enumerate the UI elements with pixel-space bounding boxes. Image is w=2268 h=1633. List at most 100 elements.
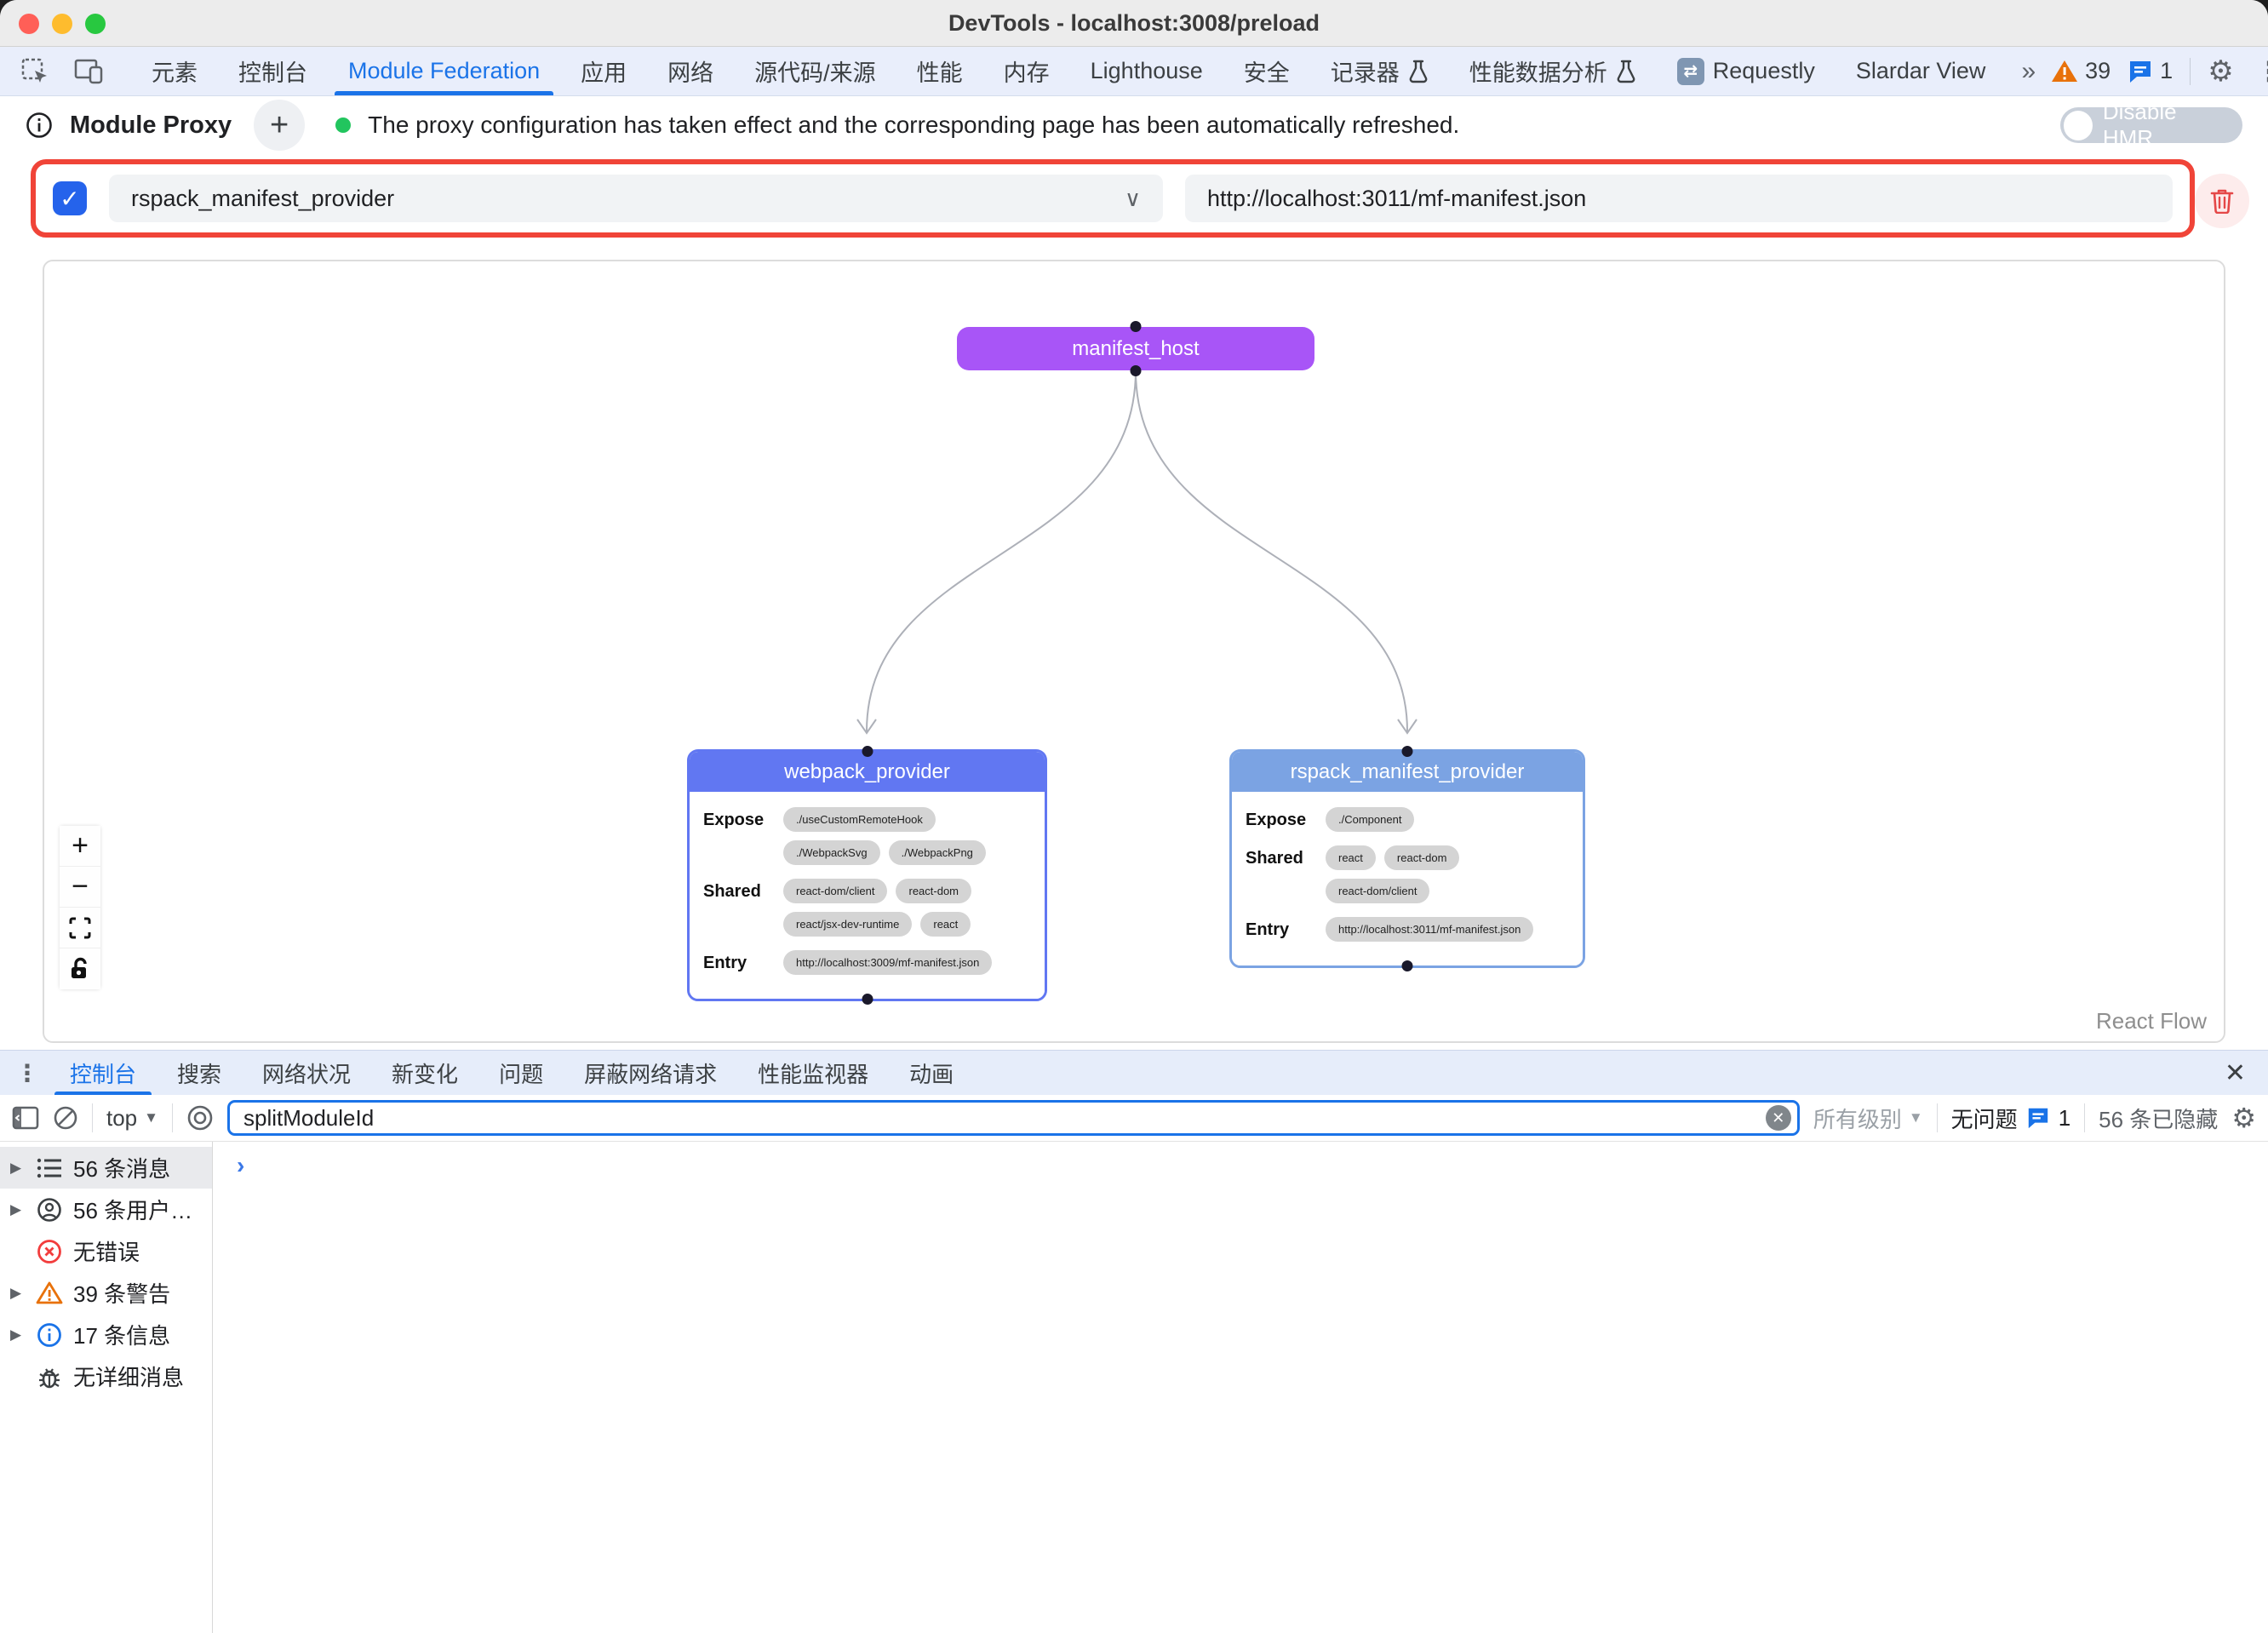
- requestly-icon: ⇄: [1677, 58, 1704, 85]
- tab-performance-insights[interactable]: 性能数据分析: [1449, 47, 1657, 95]
- experiment-flask-icon: [1616, 60, 1636, 83]
- drawer-tab-search[interactable]: 搜索: [157, 1051, 242, 1095]
- entry-pill: http://localhost:3011/mf-manifest.json: [1326, 917, 1533, 942]
- messages-badge[interactable]: 1: [2128, 58, 2173, 84]
- close-drawer-icon[interactable]: ✕: [2208, 1051, 2263, 1095]
- shared-pill: react-dom/client: [783, 879, 887, 903]
- graph-edges: [44, 261, 2224, 1041]
- more-tabs-button[interactable]: »: [2006, 47, 2051, 95]
- tab-network[interactable]: 网络: [647, 47, 734, 95]
- rule-enabled-checkbox[interactable]: ✓: [53, 181, 87, 215]
- drawer-tab-network-conditions[interactable]: 网络状况: [242, 1051, 371, 1095]
- expand-arrow-icon[interactable]: ▶: [10, 1160, 26, 1177]
- shared-pill: react/jsx-dev-runtime: [783, 912, 912, 937]
- devtools-window: DevTools - localhost:3008/preload 元素 控制台…: [0, 0, 2268, 1633]
- delete-rule-button[interactable]: [2195, 174, 2249, 228]
- console-body: ▶ 56 条消息 ▶ 56 条用户… 无错误 ▶ 39 条警告 ▶: [0, 1142, 2268, 1633]
- graph-node-rspack-manifest-provider[interactable]: rspack_manifest_provider Expose ./Compon…: [1229, 749, 1585, 968]
- window-title: DevTools - localhost:3008/preload: [0, 10, 2268, 37]
- javascript-context-select[interactable]: top ▼: [106, 1105, 158, 1132]
- drawer-tab-performance-monitor[interactable]: 性能监视器: [737, 1051, 889, 1095]
- tab-security[interactable]: 安全: [1223, 47, 1310, 95]
- zoom-out-button[interactable]: −: [60, 867, 100, 908]
- sidebar-item-warnings[interactable]: ▶ 39 条警告: [0, 1272, 212, 1314]
- caret-down-icon: ▼: [144, 1109, 158, 1126]
- expose-section: Expose ./useCustomRemoteHook ./WebpackSv…: [703, 807, 1031, 865]
- sidebar-item-info[interactable]: ▶ 17 条信息: [0, 1314, 212, 1355]
- warnings-badge[interactable]: 39: [2051, 58, 2110, 84]
- expose-pill: ./useCustomRemoteHook: [783, 807, 936, 832]
- drawer-tab-issues[interactable]: 问题: [478, 1051, 564, 1095]
- tab-application[interactable]: 应用: [560, 47, 647, 95]
- graph-node-manifest-host[interactable]: manifest_host: [957, 327, 1314, 370]
- expose-pill: ./Component: [1326, 807, 1414, 832]
- sidebar-item-all-messages[interactable]: ▶ 56 条消息: [0, 1147, 212, 1189]
- disable-hmr-toggle[interactable]: Disable HMR: [2060, 107, 2242, 143]
- tab-sources[interactable]: 源代码/来源: [734, 47, 896, 95]
- user-icon: [36, 1197, 63, 1223]
- manifest-url-input[interactable]: [1185, 175, 2173, 222]
- drawer-tab-animations[interactable]: 动画: [889, 1051, 974, 1095]
- tab-lighthouse[interactable]: Lighthouse: [1070, 47, 1223, 95]
- issues-counter[interactable]: 无问题 1: [1951, 1103, 2070, 1134]
- clear-filter-icon[interactable]: ✕: [1766, 1105, 1791, 1131]
- lock-interactivity-button[interactable]: [60, 948, 100, 989]
- tabbar-right-cluster: 39 1 ⚙ ⋮: [2051, 47, 2268, 95]
- expose-pill: ./WebpackSvg: [783, 840, 880, 865]
- expose-pill: ./WebpackPng: [889, 840, 986, 865]
- expand-arrow-icon[interactable]: ▶: [10, 1201, 26, 1218]
- drawer-tab-changes[interactable]: 新变化: [371, 1051, 478, 1095]
- log-levels-select[interactable]: 所有级别 ▼: [1813, 1103, 1923, 1134]
- zoom-in-button[interactable]: +: [60, 826, 100, 867]
- live-expression-icon[interactable]: [186, 1104, 214, 1132]
- entry-pill: http://localhost:3009/mf-manifest.json: [783, 950, 992, 975]
- console-filter-input[interactable]: [227, 1100, 1800, 1136]
- expand-arrow-icon[interactable]: ▶: [10, 1285, 26, 1302]
- console-filter: ✕: [227, 1100, 1800, 1136]
- message-list-icon: [36, 1157, 63, 1179]
- tab-module-federation[interactable]: Module Federation: [328, 47, 560, 95]
- shared-pill: react-dom/client: [1326, 879, 1429, 903]
- clear-console-icon[interactable]: [53, 1105, 78, 1131]
- sidebar-item-errors[interactable]: 无错误: [0, 1230, 212, 1272]
- module-federation-graph-panel[interactable]: manifest_host webpack_provider Expose ./…: [43, 260, 2225, 1043]
- tab-recorder[interactable]: 记录器: [1310, 47, 1449, 95]
- inspect-element-icon[interactable]: [9, 47, 61, 95]
- settings-gear-icon[interactable]: ⚙: [2208, 57, 2233, 86]
- console-settings-gear-icon[interactable]: ⚙: [2231, 1104, 2256, 1132]
- node-body: Expose ./Component Shared react react-do…: [1232, 792, 1583, 965]
- devtools-tabbar: 元素 控制台 Module Federation 应用 网络 源代码/来源 性能…: [0, 47, 2268, 96]
- provider-select[interactable]: rspack_manifest_provider ∨: [109, 175, 1163, 222]
- drawer-menu-kebab-icon[interactable]: ⋮: [5, 1051, 49, 1095]
- tab-performance[interactable]: 性能: [896, 47, 983, 95]
- console-messages-area[interactable]: ›: [213, 1142, 2268, 1633]
- drawer-tab-network-request-blocking[interactable]: 屏蔽网络请求: [564, 1051, 737, 1095]
- tab-console[interactable]: 控制台: [218, 47, 328, 95]
- node-handle: [1402, 960, 1413, 971]
- graph-node-webpack-provider[interactable]: webpack_provider Expose ./useCustomRemot…: [687, 749, 1047, 1001]
- node-handle: [1131, 321, 1142, 332]
- fullscreen-window-button[interactable]: [85, 14, 106, 34]
- tab-slardar-view[interactable]: Slardar View: [1836, 47, 2007, 95]
- tab-memory[interactable]: 内存: [983, 47, 1070, 95]
- tab-elements[interactable]: 元素: [131, 47, 218, 95]
- hidden-messages-count: 56 条已隐藏: [2099, 1103, 2218, 1134]
- node-handle: [1402, 746, 1413, 757]
- tab-requestly[interactable]: ⇄ Requestly: [1657, 47, 1836, 95]
- close-window-button[interactable]: [19, 14, 39, 34]
- add-proxy-rule-button[interactable]: +: [254, 100, 305, 151]
- expand-arrow-icon[interactable]: ▶: [10, 1326, 26, 1344]
- console-sidebar-toggle-icon[interactable]: [12, 1105, 39, 1131]
- proxy-status-text: The proxy configuration has taken effect…: [368, 112, 1459, 139]
- sidebar-item-verbose[interactable]: 无详细消息: [0, 1355, 212, 1397]
- shared-section: Shared react react-dom react-dom/client: [1246, 845, 1569, 903]
- device-toolbar-icon[interactable]: [61, 47, 117, 95]
- fit-view-button[interactable]: [60, 908, 100, 948]
- more-options-kebab-icon[interactable]: ⋮: [2251, 55, 2268, 88]
- minimize-window-button[interactable]: [52, 14, 72, 34]
- sidebar-item-user-messages[interactable]: ▶ 56 条用户…: [0, 1189, 212, 1230]
- divider: [2190, 58, 2191, 85]
- warning-triangle-icon: [36, 1281, 63, 1305]
- drawer-tab-console[interactable]: 控制台: [49, 1051, 157, 1095]
- chat-bubble-icon: [2128, 59, 2153, 84]
